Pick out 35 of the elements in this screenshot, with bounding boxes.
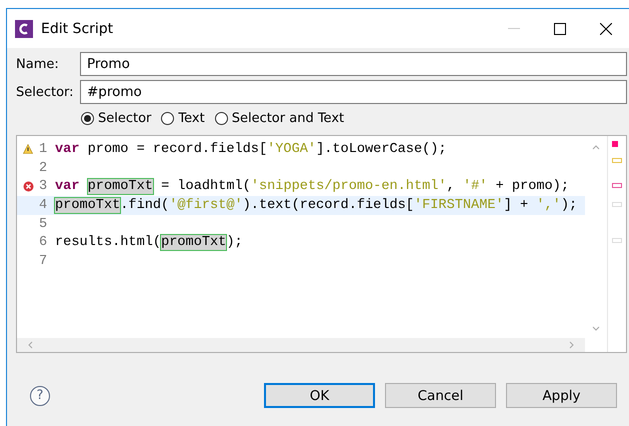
line-number: 7: [39, 254, 48, 269]
field-label: Name:: [16, 56, 60, 72]
dialog-button[interactable]: Apply: [506, 383, 617, 408]
down-chevron-icon[interactable]: [592, 324, 600, 332]
line-number: 2: [39, 160, 48, 176]
radio-option[interactable]: Selector and Text: [214, 111, 344, 126]
left-chevron-icon[interactable]: [27, 341, 35, 349]
window-title: Edit Script: [41, 20, 114, 36]
text-field[interactable]: Promo: [80, 52, 627, 76]
horizontal-scrollbar[interactable]: [17, 338, 585, 352]
line-number: 6: [39, 235, 48, 250]
maximize-icon[interactable]: [554, 22, 566, 34]
dialog-button[interactable]: Cancel: [385, 383, 496, 408]
field-label: Selector:: [16, 84, 75, 100]
right-chevron-icon[interactable]: [567, 341, 575, 349]
radio-button[interactable]: [81, 112, 94, 125]
line-number: 5: [39, 216, 48, 232]
line-number: 3: [39, 179, 48, 194]
radio-option[interactable]: Selector: [81, 111, 152, 126]
code-text: var promoTxt = loadhtml('snippets/promo-en.html', '#' + promo);: [55, 179, 569, 194]
line-number: 4: [39, 198, 48, 213]
text-field[interactable]: #promo: [80, 80, 627, 104]
radio-option[interactable]: Text: [161, 111, 205, 126]
close-icon[interactable]: [600, 22, 612, 34]
radio-button[interactable]: [161, 112, 174, 125]
code-editor[interactable]: [16, 135, 627, 353]
app-logo-icon: [15, 20, 33, 38]
help-button[interactable]: ?: [30, 386, 50, 406]
dialog-button[interactable]: OK: [264, 383, 375, 408]
code-text: promoTxt.find('@first@').text(record.fields['FIRSTNAME'] + ',');: [55, 198, 578, 213]
code-text: results.html(promoTxt);: [55, 235, 243, 250]
radio-button[interactable]: [214, 112, 228, 125]
code-text: var promo = record.fields['YOGA'].toLowerCase();: [55, 142, 447, 157]
up-chevron-icon[interactable]: [592, 144, 600, 152]
line-number: 1: [39, 142, 48, 157]
